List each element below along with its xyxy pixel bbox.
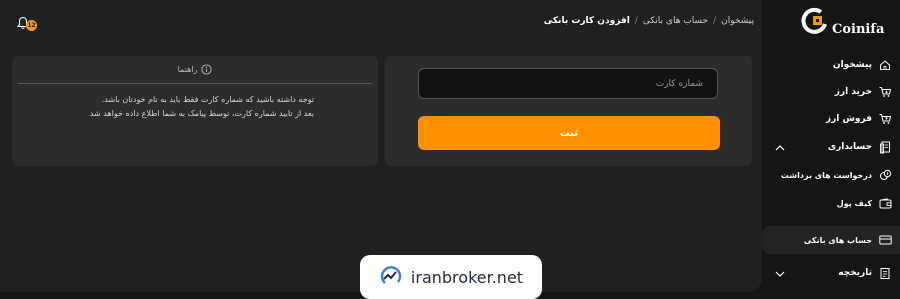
history-icon (878, 266, 892, 280)
sidebar-item-withdrawals[interactable]: درخواست های برداشت (781, 164, 892, 186)
brand-name: Coinifa (832, 22, 885, 37)
breadcrumb-separator: / (713, 16, 717, 26)
breadcrumb-separator: / (634, 16, 638, 26)
home-icon (878, 58, 892, 72)
sidebar-item-label: تاریخچه (838, 268, 872, 278)
chevron-up-icon[interactable] (774, 142, 786, 154)
wallet-icon (878, 196, 892, 210)
sidebar-item-dashboard[interactable]: پیشخوان (833, 54, 892, 76)
card-icon (878, 233, 892, 247)
coins-icon (878, 168, 892, 182)
sidebar-item-label: پیشخوان (832, 60, 872, 70)
sidebar-item-label: درخواست های برداشت (780, 170, 872, 180)
sidebar-item-accounting[interactable]: حسابداری (828, 136, 892, 158)
cart-out-icon (878, 112, 892, 126)
sidebar-item-history[interactable]: تاریخچه (838, 262, 892, 284)
sidebar-item-label: حساب های بانکی (803, 235, 872, 245)
guide-panel: راهنما توجه داشته باشید که شماره کارت فق… (12, 56, 378, 166)
sidebar: Coinifa پیشخوان خرید ارز فروش ارز حسابدا… (762, 0, 900, 292)
sidebar-item-label: کیف پول (836, 198, 872, 208)
submit-button[interactable]: ثبت (418, 116, 720, 150)
watermark: iranbroker.net (360, 255, 542, 299)
watermark-text: iranbroker.net (410, 267, 524, 287)
sidebar-item-wallet[interactable]: کیف پول (837, 192, 892, 214)
guide-header: راهنما (18, 56, 372, 84)
notification-badge: 12 (26, 20, 37, 31)
guide-title: راهنما (177, 65, 198, 74)
info-icon (201, 64, 212, 75)
ledger-icon (878, 140, 892, 154)
sidebar-item-bank-accounts[interactable]: حساب های بانکی (804, 229, 892, 251)
top-bar: 12 پیشخوان / حساب های بانکی / افزودن کارت با… (0, 0, 762, 46)
notifications-button[interactable]: 12 (16, 14, 40, 34)
add-card-form: ثبت (385, 56, 752, 166)
logo-mark-icon (801, 7, 827, 34)
sidebar-item-sell[interactable]: فروش ارز (826, 108, 892, 130)
sidebar-item-label: خرید ارز (834, 87, 872, 97)
guide-line: توجه داشته باشید که شماره کارت فقط باید … (101, 95, 314, 104)
breadcrumb-current: افزودن کارت بانکی (543, 16, 630, 26)
sidebar-item-buy[interactable]: خرید ارز (835, 81, 892, 103)
main-content: 12 پیشخوان / حساب های بانکی / افزودن کارت با… (0, 0, 762, 292)
sidebar-item-label: فروش ارز (825, 114, 872, 124)
sidebar-item-label: حسابداری (827, 142, 872, 152)
breadcrumb-bank-accounts[interactable]: حساب های بانکی (643, 16, 708, 26)
guide-text: توجه داشته باشید که شماره کارت فقط باید … (90, 93, 314, 121)
cart-in-icon (878, 85, 892, 99)
card-number-input[interactable] (418, 68, 718, 99)
breadcrumb: پیشخوان / حساب های بانکی / افزودن کارت بانکی (544, 16, 754, 26)
watermark-logo-icon (380, 266, 402, 284)
guide-line: بعد از تایید شماره کارت، توسط پیامک به ش… (89, 109, 314, 118)
brand-logo[interactable]: Coinifa (799, 6, 899, 42)
chevron-down-icon[interactable] (774, 268, 786, 280)
breadcrumb-home[interactable]: پیشخوان (721, 16, 754, 26)
